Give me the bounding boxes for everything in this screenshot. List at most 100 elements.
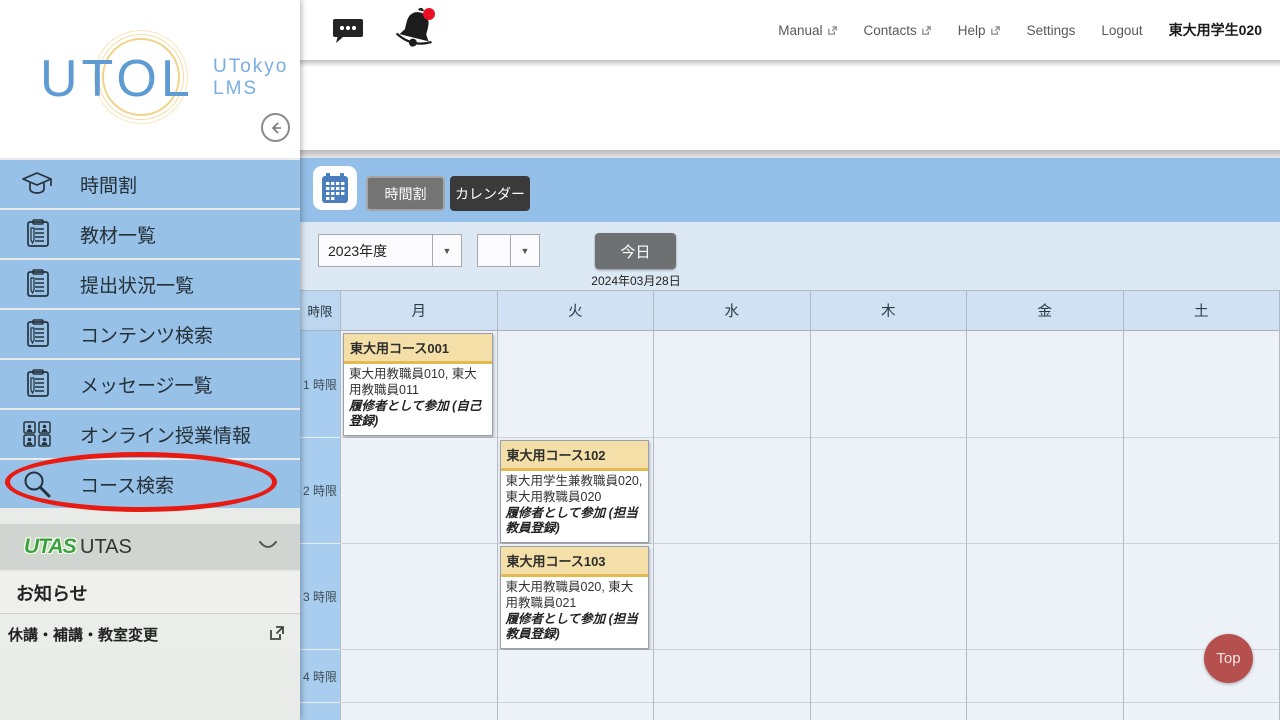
username-label: 東大用学生020 xyxy=(1169,20,1262,40)
timetable-cell xyxy=(1124,703,1280,720)
sidebar-collapse-button[interactable] xyxy=(261,113,290,142)
day-header-mon: 月 xyxy=(341,291,498,331)
timetable-cell xyxy=(498,703,655,720)
timetable-cell xyxy=(341,703,498,720)
course-details: 東大用教職員010, 東大用教職員011 履修者として参加 (自己登録) xyxy=(344,364,492,435)
course-members: 東大用教職員020, 東大用教職員021 xyxy=(506,580,634,610)
term-select[interactable]: ▼ xyxy=(477,234,540,267)
timetable-cell xyxy=(811,650,968,703)
course-role: 履修者として参加 (担当教員登録) xyxy=(506,506,644,538)
sidebar-item-timetable[interactable]: 時間割 xyxy=(0,160,300,208)
settings-link[interactable]: Settings xyxy=(1027,23,1076,38)
announcements-label: お知らせ xyxy=(16,580,88,606)
timetable-cell xyxy=(341,438,498,544)
clipboard-icon xyxy=(20,367,54,401)
timetable-calendar-icon xyxy=(313,166,357,210)
notification-bell-icon[interactable] xyxy=(392,4,440,56)
timetable-toolbar: 時間割 カレンダー xyxy=(300,158,1280,222)
year-select[interactable]: 2023年度 ▼ xyxy=(318,234,462,267)
current-date-label: 2024年03月28日 xyxy=(577,272,695,289)
search-icon xyxy=(20,467,54,501)
clipboard-icon xyxy=(20,267,54,301)
top-header: Manual Contacts Help Settings Logout 東大用… xyxy=(300,0,1280,60)
period-label: 2 時限 xyxy=(300,438,341,544)
external-link-icon xyxy=(268,624,286,642)
scroll-to-top-button[interactable]: Top xyxy=(1204,634,1253,683)
arrow-left-icon xyxy=(268,120,284,136)
sidebar: UTOL UTokyo LMS 時間割 教材一覧 提出状況 xyxy=(0,0,300,720)
timetable-cell: 東大用コース001 東大用教職員010, 東大用教職員011 履修者として参加 … xyxy=(341,331,498,438)
course-card[interactable]: 東大用コース102 東大用学生兼教職員020, 東大用教職員020 履修者として… xyxy=(500,440,650,543)
course-role: 履修者として参加 (自己登録) xyxy=(349,399,487,431)
timetable-cell xyxy=(1124,650,1280,703)
sidebar-item-course-search[interactable]: コース検索 xyxy=(0,460,300,508)
external-link-icon xyxy=(990,25,1001,36)
main-area: 時間割 カレンダー 2023年度 ▼ ▼ 今日 2024年03月28日 時限 月… xyxy=(300,0,1280,720)
course-members: 東大用学生兼教職員020, 東大用教職員020 xyxy=(506,474,643,504)
sidebar-item-online-class[interactable]: オンライン授業情報 xyxy=(0,410,300,458)
period-label: 3 時限 xyxy=(300,544,341,650)
today-button[interactable]: 今日 xyxy=(595,233,676,269)
sidebar-item-submissions[interactable]: 提出状況一覧 xyxy=(0,260,300,308)
sidebar-item-class-changes[interactable]: 休講・補講・教室変更 xyxy=(0,615,300,653)
timetable-cell xyxy=(654,703,811,720)
class-changes-label: 休講・補講・教室変更 xyxy=(8,624,158,645)
tab-calendar[interactable]: カレンダー xyxy=(450,176,530,211)
contacts-link[interactable]: Contacts xyxy=(864,23,932,38)
timetable-cell xyxy=(811,438,968,544)
timetable-cell xyxy=(811,703,968,720)
period-label xyxy=(300,703,341,720)
sidebar-item-announcements[interactable]: お知らせ xyxy=(0,572,300,614)
sidebar-item-utas[interactable]: UTAS UTAS xyxy=(0,524,300,570)
manual-link[interactable]: Manual xyxy=(778,23,837,38)
tab-timetable[interactable]: 時間割 xyxy=(366,176,445,211)
sidebar-item-content-search[interactable]: コンテンツ検索 xyxy=(0,310,300,358)
course-title[interactable]: 東大用コース001 xyxy=(344,334,492,364)
sidebar-item-messages[interactable]: メッセージ一覧 xyxy=(0,360,300,408)
chevron-down-icon xyxy=(258,540,278,552)
timetable-panel: 2023年度 ▼ ▼ 今日 2024年03月28日 時限 月 火 水 木 金 土… xyxy=(300,222,1280,720)
timetable-cell xyxy=(1124,331,1280,438)
course-title[interactable]: 東大用コース102 xyxy=(501,441,649,471)
course-details: 東大用教職員020, 東大用教職員021 履修者として参加 (担当教員登録) xyxy=(501,577,649,648)
utol-logo-text: UTOL xyxy=(40,48,194,110)
sidebar-logo-area: UTOL UTokyo LMS xyxy=(0,0,300,158)
sidebar-menu: 時間割 教材一覧 提出状況一覧 コンテンツ検索 メッセージ一覧 xyxy=(0,160,300,510)
content-divider-shadow xyxy=(300,150,1280,158)
header-links: Manual Contacts Help Settings Logout 東大用… xyxy=(778,0,1262,60)
chevron-down-icon: ▼ xyxy=(432,235,461,266)
timetable-cell xyxy=(498,650,655,703)
course-role: 履修者として参加 (担当教員登録) xyxy=(506,612,644,644)
timetable-cell xyxy=(967,703,1124,720)
sidebar-item-materials[interactable]: 教材一覧 xyxy=(0,210,300,258)
course-card[interactable]: 東大用コース001 東大用教職員010, 東大用教職員011 履修者として参加 … xyxy=(343,333,493,436)
course-members: 東大用教職員010, 東大用教職員011 xyxy=(349,367,477,397)
period-label: 1 時限 xyxy=(300,331,341,438)
clipboard-icon xyxy=(20,317,54,351)
clipboard-icon xyxy=(20,217,54,251)
course-card[interactable]: 東大用コース103 東大用教職員020, 東大用教職員021 履修者として参加 … xyxy=(500,546,650,649)
timetable-cell xyxy=(654,650,811,703)
timetable-cell xyxy=(654,331,811,438)
logout-link[interactable]: Logout xyxy=(1101,23,1142,38)
timetable-grid: 時限 月 火 水 木 金 土 1 時限 東大用コース001 東大用教職員010,… xyxy=(300,290,1280,720)
period-label: 4 時限 xyxy=(300,650,341,703)
day-header-fri: 金 xyxy=(967,291,1124,331)
timetable-cell: 東大用コース102 東大用学生兼教職員020, 東大用教職員020 履修者として… xyxy=(498,438,655,544)
header-shadow xyxy=(300,60,1280,67)
external-link-icon xyxy=(827,25,838,36)
timetable-cell xyxy=(967,650,1124,703)
course-details: 東大用学生兼教職員020, 東大用教職員020 履修者として参加 (担当教員登録… xyxy=(501,471,649,542)
timetable-cell xyxy=(967,438,1124,544)
course-title[interactable]: 東大用コース103 xyxy=(501,547,649,577)
chat-messages-icon[interactable] xyxy=(330,12,366,48)
utol-logo: UTOL UTokyo LMS xyxy=(40,48,270,110)
day-header-tue: 火 xyxy=(498,291,655,331)
period-column-header: 時限 xyxy=(300,291,341,331)
external-link-icon xyxy=(921,25,932,36)
timetable-cell xyxy=(811,544,968,650)
timetable-cell xyxy=(1124,438,1280,544)
timetable-cell xyxy=(654,438,811,544)
timetable-cell xyxy=(341,650,498,703)
help-link[interactable]: Help xyxy=(958,23,1001,38)
